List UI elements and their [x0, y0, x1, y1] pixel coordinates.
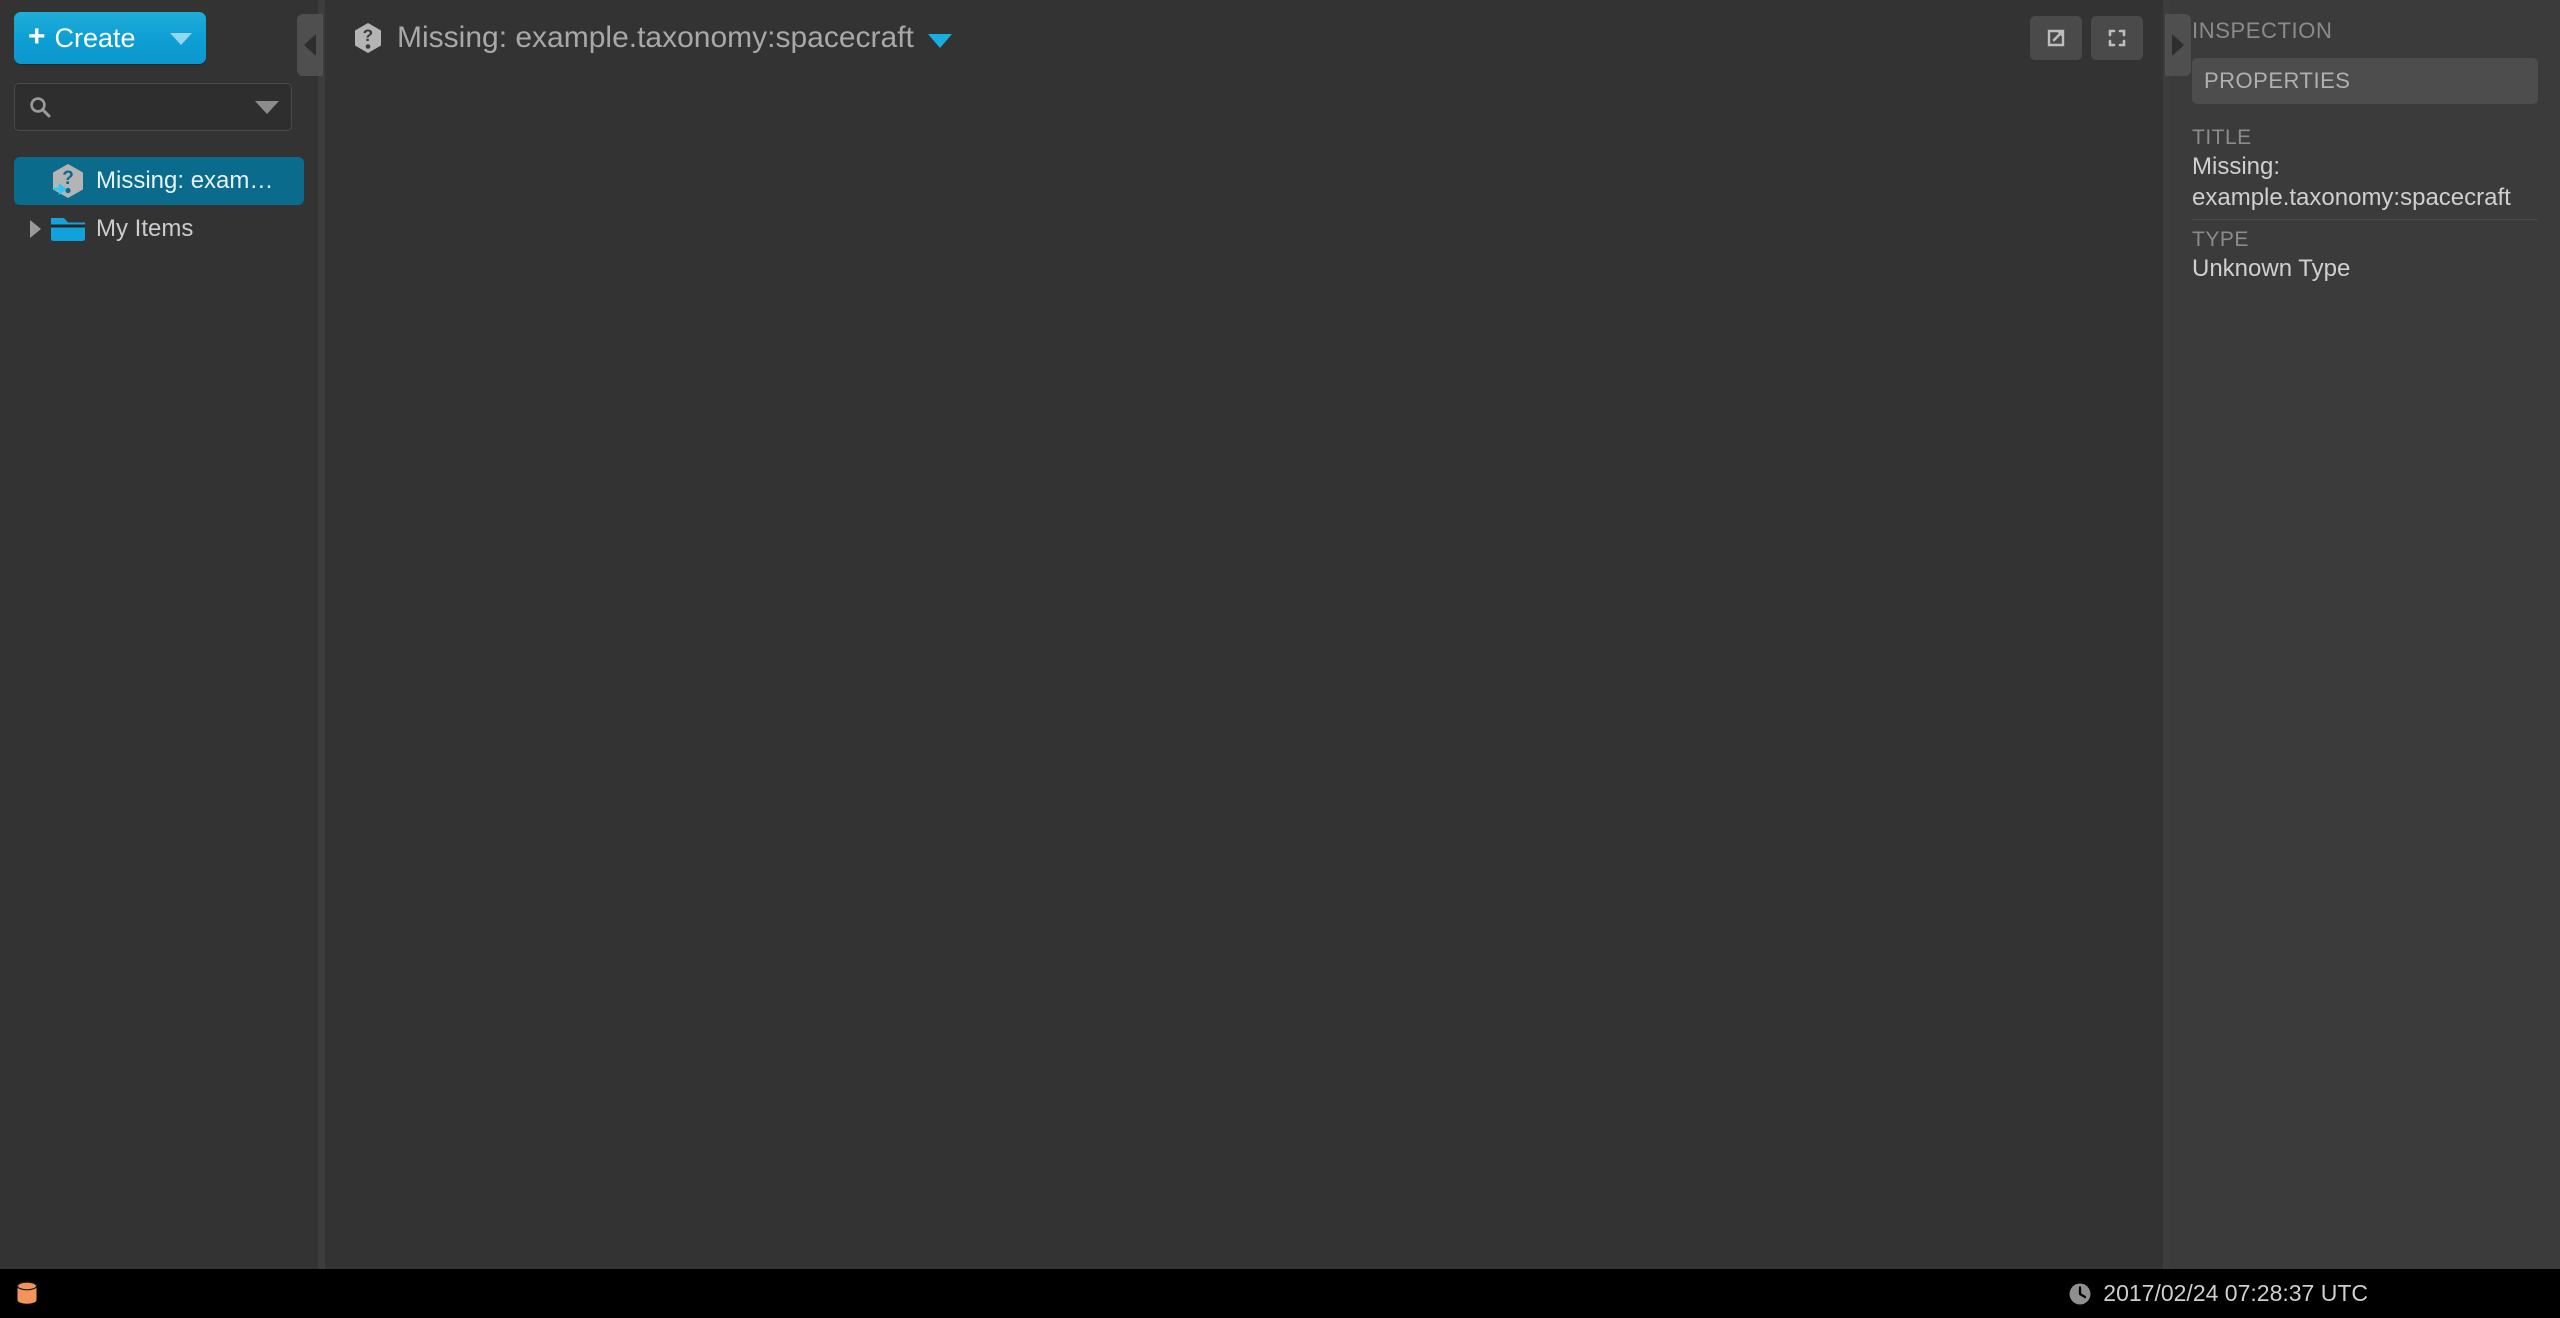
external-link-icon — [2047, 29, 2065, 47]
fullscreen-button[interactable] — [2091, 16, 2143, 60]
property-key: TITLE — [2192, 126, 2252, 149]
open-mct-application: + Create ? Missing: exam… My Items ? Mis… — [0, 0, 2560, 1318]
tree-item-label: My Items — [96, 215, 194, 242]
properties-list: TITLE Missing: example.taxonomy:spacecra… — [2192, 126, 2538, 291]
chevron-right-icon — [2172, 34, 2184, 56]
collapse-left-pane-button[interactable] — [297, 14, 323, 76]
clock-icon — [2067, 1281, 2093, 1307]
page-title: Missing: example.taxonomy:spacecraft — [397, 21, 914, 54]
inspector-tabs: PROPERTIES — [2192, 58, 2538, 104]
search-bar[interactable] — [14, 83, 292, 131]
status-bar: 2017/02/24 07:28:37 UTC — [0, 1269, 2560, 1318]
status-clock: 2017/02/24 07:28:37 UTC — [2067, 1280, 2536, 1307]
browse-sidebar: + Create ? Missing: exam… My Items — [0, 0, 318, 1269]
collapse-inspector-button[interactable] — [2165, 14, 2191, 76]
object-tree: ? Missing: exam… My Items — [14, 157, 304, 253]
open-in-new-window-button[interactable] — [2030, 16, 2082, 60]
left-pane-splitter[interactable] — [297, 0, 325, 1269]
tree-item-missing-spacecraft[interactable]: ? Missing: exam… — [14, 157, 304, 205]
property-value: Unknown Type — [2192, 255, 2351, 283]
search-icon — [29, 96, 51, 118]
property-key: TYPE — [2192, 228, 2249, 252]
search-options-chevron-down-icon[interactable] — [255, 100, 279, 114]
unknown-object-hexagon-icon: ? — [351, 21, 385, 55]
folder-icon — [48, 209, 88, 249]
tab-properties[interactable]: PROPERTIES — [2192, 58, 2538, 104]
object-view-pane: ? Missing: example.taxonomy:spacecraft — [325, 0, 2163, 1269]
create-button-label: Create — [54, 22, 136, 53]
tree-expand-twisty-icon[interactable] — [22, 220, 48, 238]
inspector-heading: INSPECTION — [2192, 18, 2333, 43]
tree-item-my-items[interactable]: My Items — [14, 205, 304, 253]
tree-item-label: Missing: exam… — [96, 167, 274, 194]
property-row-title: TITLE Missing: example.taxonomy:spacecra… — [2192, 126, 2538, 219]
status-indicators — [14, 1279, 40, 1309]
svg-text:?: ? — [62, 168, 74, 189]
chevron-left-icon — [304, 34, 316, 56]
object-title-group: ? Missing: example.taxonomy:spacecraft — [351, 21, 2030, 55]
property-row-type: TYPE Unknown Type — [2192, 219, 2538, 291]
plus-icon: + — [28, 20, 46, 53]
object-view-content — [325, 76, 2163, 1269]
unknown-object-hexagon-icon: ? — [48, 161, 88, 201]
inspector-pane: INSPECTION PROPERTIES TITLE Missing: exa… — [2170, 0, 2560, 1269]
object-header: ? Missing: example.taxonomy:spacecraft — [325, 0, 2163, 76]
database-icon[interactable] — [14, 1279, 40, 1309]
create-button[interactable]: + Create — [14, 12, 206, 64]
workspace: + Create ? Missing: exam… My Items ? Mis… — [0, 0, 2560, 1269]
chevron-down-icon[interactable] — [170, 33, 192, 45]
expand-icon — [2108, 29, 2126, 47]
svg-text:?: ? — [363, 26, 373, 45]
property-value: Missing: example.taxonomy:spacecraft — [2192, 153, 2511, 211]
status-timestamp: 2017/02/24 07:28:37 UTC — [2103, 1280, 2368, 1306]
right-pane-splitter[interactable] — [2163, 0, 2191, 1269]
object-context-chevron-down-icon[interactable] — [927, 33, 952, 48]
object-header-actions — [2030, 16, 2143, 60]
search-input[interactable] — [61, 95, 249, 119]
